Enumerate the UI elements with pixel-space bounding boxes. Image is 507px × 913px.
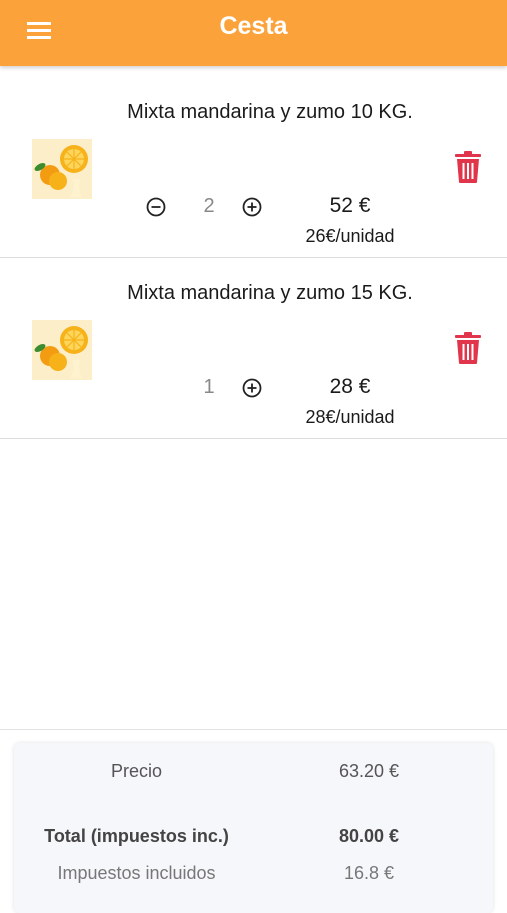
increase-quantity-icon[interactable] <box>241 196 263 218</box>
product-name: Mixta mandarina y zumo 15 KG. <box>127 282 413 304</box>
quantity-value: 2 <box>203 195 215 217</box>
taxes-label: Impuestos incluidos <box>57 863 216 883</box>
item-price: 52 € <box>329 194 371 217</box>
orange-product-image <box>32 139 92 199</box>
quantity-value: 1 <box>203 376 215 398</box>
cart-item: Mixta mandarina y zumo 10 KG. 2 52 € 26€… <box>0 77 507 258</box>
total-label: Total (impuestos inc.) <box>44 826 229 846</box>
product-name: Mixta mandarina y zumo 10 KG. <box>127 101 413 123</box>
trash-icon[interactable] <box>453 150 483 184</box>
unit-price: 28€/unidad <box>305 407 395 427</box>
order-summary: Precio 63.20 € Total (impuestos inc.) 80… <box>14 743 493 913</box>
price-value: 63.20 € <box>338 761 400 781</box>
summary-divider <box>0 729 507 730</box>
increase-quantity-icon[interactable] <box>241 377 263 399</box>
decrease-quantity-icon[interactable] <box>145 196 167 218</box>
trash-icon[interactable] <box>453 331 483 365</box>
cart-item: Mixta mandarina y zumo 15 KG. 1 28 € 28€… <box>0 258 507 439</box>
page-title: Cesta <box>219 12 288 40</box>
taxes-value: 16.8 € <box>343 863 395 883</box>
app-header: Cesta <box>0 0 507 66</box>
total-value: 80.00 € <box>338 826 400 846</box>
unit-price: 26€/unidad <box>305 226 395 246</box>
item-price: 28 € <box>329 375 371 398</box>
price-label: Precio <box>110 761 163 781</box>
orange-product-image <box>32 320 92 380</box>
